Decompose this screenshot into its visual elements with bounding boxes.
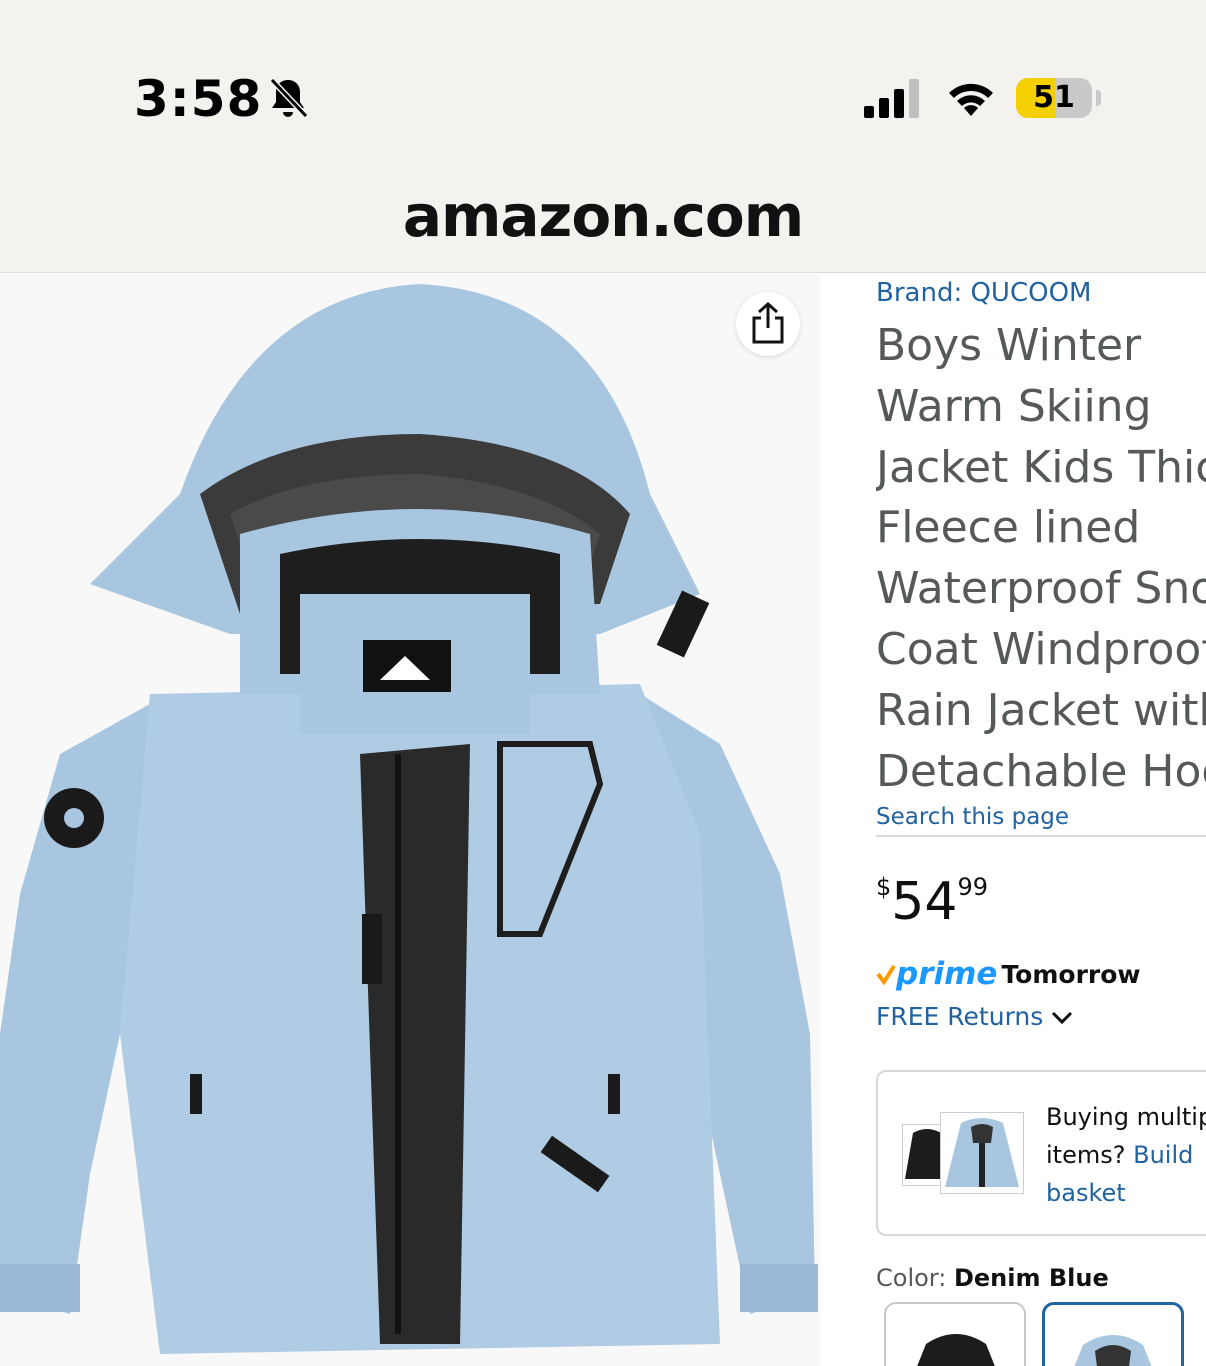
free-returns-label: FREE Returns xyxy=(876,1002,1044,1031)
build-basket-card[interactable]: Buying multiple items? Build basket xyxy=(876,1070,1206,1236)
title-line: Boys Winter xyxy=(876,320,1142,371)
product-details: Brand: QUCOOM Boys Winter Warm Skiing Ja… xyxy=(876,274,1206,1366)
product-title: Boys Winter Warm Skiing Jacket Kids Thic… xyxy=(876,316,1206,802)
battery-level: 51 xyxy=(1033,80,1075,115)
battery-icon: 51 xyxy=(1016,76,1106,120)
color-swatch-black[interactable] xyxy=(884,1302,1026,1366)
wifi-icon xyxy=(949,83,993,116)
title-line: Coat Windproof xyxy=(876,623,1206,675)
cellular-signal-icon xyxy=(864,79,919,118)
price: $5499 xyxy=(876,872,988,932)
price-symbol: $ xyxy=(876,873,892,901)
bundle-text: Buying multiple items? Build basket xyxy=(1046,1098,1206,1212)
chevron-down-icon xyxy=(1052,1011,1073,1025)
status-bar: 3:58 51 xyxy=(0,0,1206,160)
address-bar[interactable]: amazon.com xyxy=(0,160,1206,273)
title-line: Waterproof Snow xyxy=(876,563,1206,615)
thumbnail-blue-jacket xyxy=(940,1112,1024,1194)
title-line: Warm Skiing xyxy=(876,380,1152,432)
title-line: Jacket Kids Thick xyxy=(876,441,1206,493)
bundle-thumbnails xyxy=(902,1112,1026,1194)
brand-link[interactable]: Brand: QUCOOM xyxy=(876,278,1091,308)
jacket-image xyxy=(0,274,820,1366)
free-returns-link[interactable]: FREE Returns xyxy=(876,1002,1073,1031)
price-fraction: 99 xyxy=(957,873,988,901)
prime-delivery: prime Tomorrow xyxy=(876,956,1141,992)
color-selector-label: Color: Denim Blue xyxy=(876,1264,1109,1292)
color-label: Color: xyxy=(876,1264,947,1292)
bundle-line-2: items? xyxy=(1046,1141,1126,1169)
title-line: Detachable Hood xyxy=(876,745,1206,797)
prime-logo: prime xyxy=(896,956,998,992)
title-line: Rain Jacket with xyxy=(876,684,1206,736)
share-icon xyxy=(752,302,784,344)
share-button[interactable] xyxy=(736,292,800,356)
product-image[interactable] xyxy=(0,274,820,1366)
status-time: 3:58 xyxy=(134,70,263,128)
divider xyxy=(876,835,1206,837)
url-text[interactable]: amazon.com xyxy=(0,182,1206,250)
search-this-page-link[interactable]: Search this page xyxy=(876,804,1069,830)
bell-slash-icon xyxy=(269,77,309,119)
build-link[interactable]: Build xyxy=(1133,1141,1193,1169)
selected-color: Denim Blue xyxy=(953,1264,1109,1292)
prime-check-icon xyxy=(876,964,896,985)
title-line: Fleece lined xyxy=(876,502,1141,554)
basket-link[interactable]: basket xyxy=(1046,1174,1206,1212)
color-swatch-denim-blue[interactable] xyxy=(1042,1302,1184,1366)
price-whole: 54 xyxy=(891,872,958,932)
bundle-line-1: Buying multiple xyxy=(1046,1103,1206,1131)
delivery-day: Tomorrow xyxy=(1001,959,1141,989)
